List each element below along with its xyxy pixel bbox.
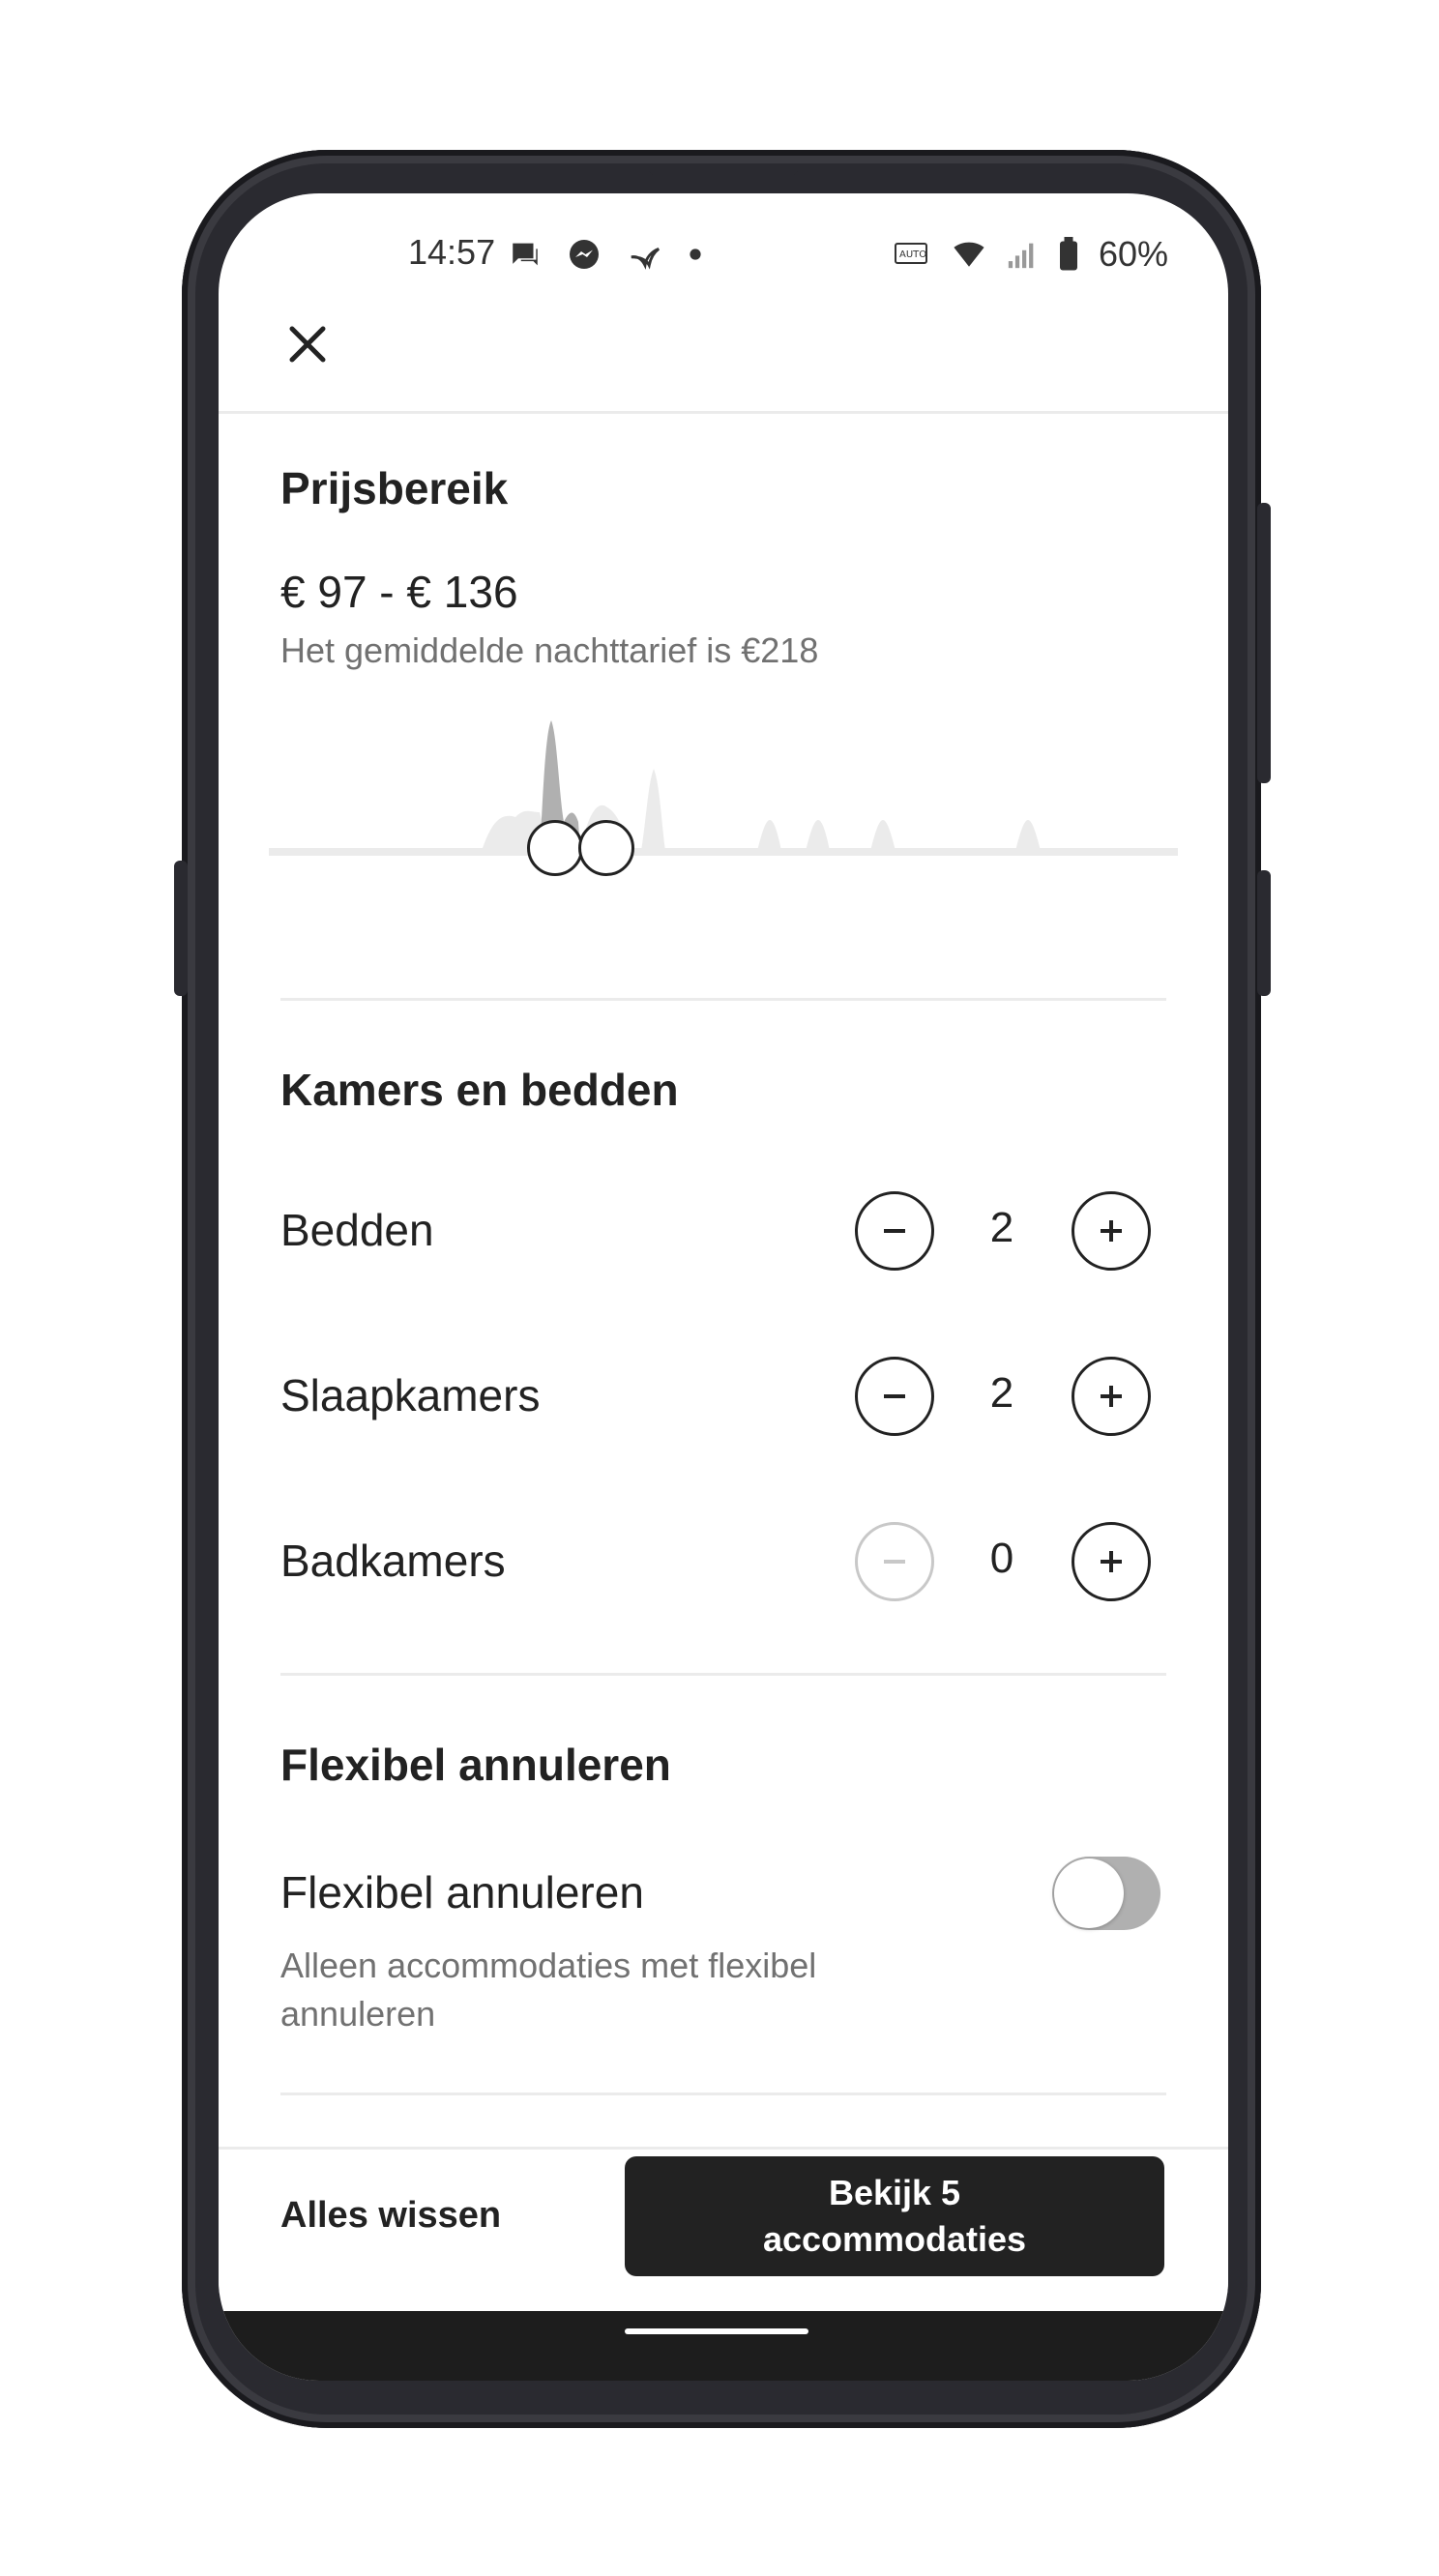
cancellation-section-title: Flexibel annuleren [280,1740,671,1790]
flexible-cancellation-toggle[interactable] [1052,1857,1160,1930]
home-indicator[interactable] [625,2328,808,2334]
price-section-title: Prijsbereik [280,463,509,513]
clear-all-button[interactable]: Alles wissen [280,2195,501,2237]
beds-increment-button[interactable] [1072,1191,1151,1271]
chat-notification-icon [513,243,538,266]
flexible-cancellation-label: Flexibel annuleren [280,1867,644,1917]
dot-icon [690,249,701,260]
footer-divider [219,2147,1228,2150]
bedrooms-label: Slaapkamers [280,1370,541,1420]
bedrooms-increment-button[interactable] [1072,1357,1151,1436]
messenger-icon [570,240,599,269]
app-screen: 14:57 AUTO 60% Prijsbereik € 97 - € 136 … [219,193,1228,2381]
plus-icon [1101,1551,1122,1572]
power-button [1257,503,1271,783]
rooms-section-title: Kamers en bedden [280,1065,679,1115]
plus-icon [1101,1220,1122,1242]
status-system-icons: AUTO 60% [894,232,1168,277]
close-icon [289,326,326,363]
bathrooms-label: Badkamers [280,1536,506,1586]
beds-decrement-button[interactable] [855,1191,934,1271]
header-divider [219,411,1228,414]
system-nav-bar [219,2311,1228,2381]
svg-text:AUTO: AUTO [899,249,926,260]
average-price-text: Het gemiddelde nachttarief is €218 [280,630,819,670]
toggle-knob [1054,1859,1124,1928]
section-divider [280,998,1166,1001]
minus-icon [884,1394,905,1398]
show-results-label: Bekijk 5 accommodaties [762,2173,1027,2259]
status-time: 14:57 [408,232,496,272]
signal-icon [1008,243,1034,269]
price-histogram-chart [269,720,1178,856]
bedrooms-decrement-button[interactable] [855,1357,934,1436]
price-range-value: € 97 - € 136 [280,567,518,617]
bathrooms-decrement-button[interactable] [855,1522,934,1601]
bathrooms-count: 0 [989,1535,1014,1582]
close-button[interactable] [279,315,337,373]
volume-button [1257,870,1271,996]
minus-icon [884,1229,905,1233]
beds-count: 2 [989,1204,1014,1251]
auto-hd-icon: AUTO [894,243,927,264]
status-notification-icons [509,232,702,277]
price-min-handle[interactable] [527,820,583,876]
wifi-icon [954,242,984,267]
section-divider [280,1673,1166,1676]
section-divider [280,2093,1166,2095]
bedrooms-count: 2 [989,1369,1014,1417]
speaker-notch [648,164,799,176]
bird-app-icon [631,248,661,270]
beds-label: Bedden [280,1205,434,1255]
show-results-button[interactable]: Bekijk 5 accommodaties [625,2156,1164,2276]
bathrooms-increment-button[interactable] [1072,1522,1151,1601]
minus-icon [884,1560,905,1564]
price-max-handle[interactable] [578,820,634,876]
battery-percentage: 60% [1098,234,1168,274]
battery-icon [1059,237,1077,271]
left-side-button [174,861,188,996]
flexible-cancellation-description: Alleen accommodaties met flexibel annule… [280,1946,817,2034]
status-bar: 14:57 AUTO 60% [219,232,1228,290]
price-histogram [269,716,1178,870]
plus-icon [1101,1386,1122,1407]
